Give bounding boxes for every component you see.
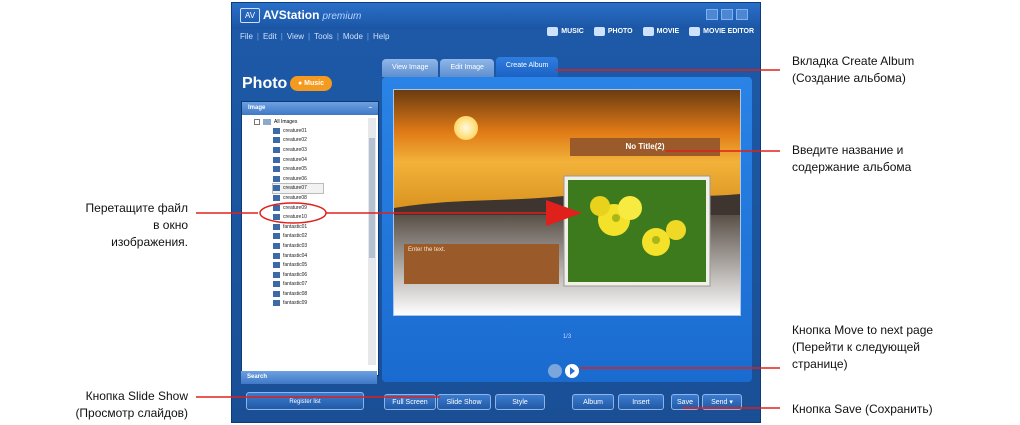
callout-next-page: Кнопка Move to next page (Перейти к следу… <box>792 323 934 371</box>
callout-title: Введите название и содержание альбома <box>792 143 912 174</box>
callout-slide-show: Кнопка Slide Show (Просмотр слайдов) <box>75 389 188 420</box>
pointer-drag-ellipse <box>259 202 327 224</box>
callout-create-album: Вкладка Create Album (Создание альбома) <box>792 54 915 85</box>
callout-save: Кнопка Save (Сохранить) <box>792 402 933 416</box>
drag-arrow-icon <box>546 200 582 226</box>
callout-drag: Перетащите файл в окно изображения. <box>85 201 188 249</box>
